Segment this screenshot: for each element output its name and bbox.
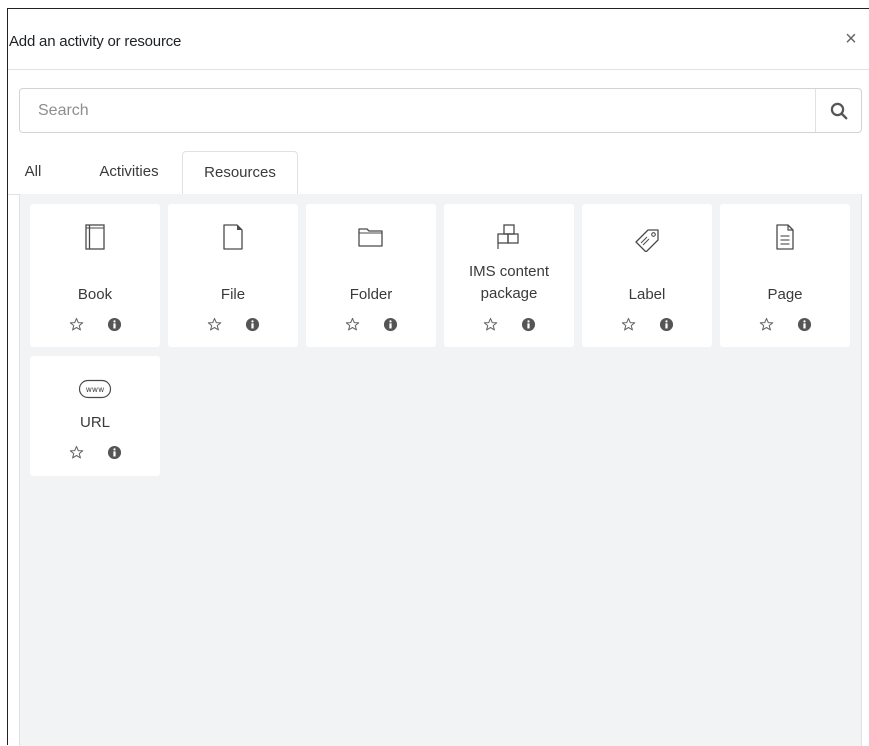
- resource-label: Label: [628, 286, 666, 303]
- resource-label: Book: [77, 286, 113, 303]
- star-icon: [621, 317, 635, 330]
- resource-label-line2: package: [480, 285, 538, 302]
- star-icon: [345, 317, 359, 330]
- modal-title: Add an activity or resource: [9, 33, 182, 50]
- tab-resources[interactable]: Resources: [182, 151, 298, 196]
- info-button[interactable]: [658, 316, 674, 332]
- star-button[interactable]: [68, 444, 84, 460]
- resource-card-folder[interactable]: Folder: [306, 204, 436, 347]
- star-button[interactable]: [68, 316, 84, 332]
- resource-label: Folder: [349, 286, 393, 303]
- file-icon: [223, 224, 243, 250]
- tab-all[interactable]: All: [20, 151, 46, 195]
- info-button[interactable]: [106, 444, 122, 460]
- resource-label: Page: [767, 286, 803, 303]
- star-button[interactable]: [482, 316, 498, 332]
- star-icon: [69, 445, 83, 458]
- search-box: [19, 88, 862, 133]
- tab-activities[interactable]: Activities: [84, 151, 174, 195]
- resource-card-url[interactable]: www URL: [30, 356, 160, 476]
- www-icon: www: [78, 379, 112, 399]
- star-button[interactable]: [206, 316, 222, 332]
- page-icon: [776, 224, 794, 250]
- info-button[interactable]: [796, 316, 812, 332]
- info-icon: [383, 317, 397, 331]
- info-icon: [107, 445, 121, 459]
- resource-card-book[interactable]: Book: [30, 204, 160, 347]
- info-icon: [659, 317, 673, 331]
- resources-panel: Book File Folder IMS content package Lab…: [19, 194, 862, 746]
- info-icon: [245, 317, 259, 331]
- star-icon: [483, 317, 497, 330]
- info-icon: [797, 317, 811, 331]
- tab-bar: All Activities Resources: [8, 151, 861, 196]
- resource-card-file[interactable]: File: [168, 204, 298, 347]
- star-icon: [207, 317, 221, 330]
- resource-label: File: [220, 286, 246, 303]
- star-button[interactable]: [344, 316, 360, 332]
- tag-icon: [635, 229, 659, 252]
- ims-package-icon: [497, 224, 519, 249]
- info-icon: [521, 317, 535, 331]
- info-button[interactable]: [106, 316, 122, 332]
- star-icon: [759, 317, 773, 330]
- modal-header: Add an activity or resource ×: [8, 9, 869, 70]
- resource-label-line1: IMS content: [468, 263, 550, 280]
- info-button[interactable]: [520, 316, 536, 332]
- book-icon: [85, 224, 105, 250]
- star-button[interactable]: [758, 316, 774, 332]
- search-icon: [830, 102, 847, 119]
- search-button[interactable]: [815, 89, 861, 132]
- resource-card-label[interactable]: Label: [582, 204, 712, 347]
- info-button[interactable]: [244, 316, 260, 332]
- resource-card-ims-content-package[interactable]: IMS content package: [444, 204, 574, 347]
- svg-text:www: www: [86, 385, 104, 394]
- activity-chooser-modal: Add an activity or resource × All Activi…: [7, 8, 869, 746]
- search-input[interactable]: [20, 89, 806, 132]
- info-button[interactable]: [382, 316, 398, 332]
- resource-card-page[interactable]: Page: [720, 204, 850, 347]
- star-icon: [69, 317, 83, 330]
- close-button[interactable]: ×: [841, 29, 861, 49]
- folder-icon: [358, 228, 383, 247]
- resource-label: URL: [79, 414, 110, 431]
- info-icon: [107, 317, 121, 331]
- star-button[interactable]: [620, 316, 636, 332]
